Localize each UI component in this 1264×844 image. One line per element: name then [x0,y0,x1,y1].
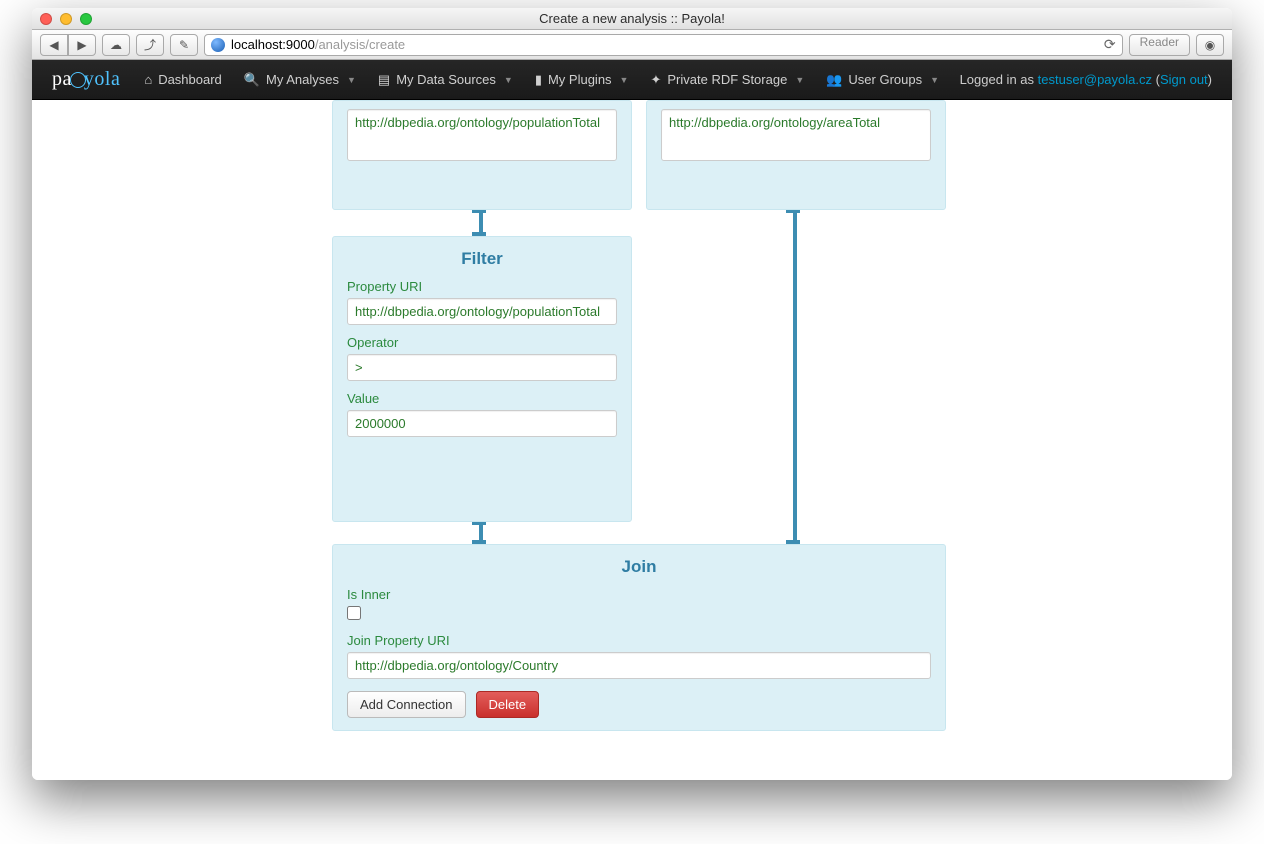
close-window-button[interactable] [40,13,52,25]
nav-label: Private RDF Storage [667,72,787,87]
minimize-window-button[interactable] [60,13,72,25]
chevron-down-icon: ▼ [795,75,804,85]
forward-button[interactable]: ▶ [68,34,96,56]
browser-window: Create a new analysis :: Payola! ◀ ▶ ☁ ⤴… [32,8,1232,780]
search-icon: 🔍 [244,72,260,88]
join-actions: Add Connection Delete [347,691,931,718]
filter-box: Filter Property URI Operator Value [332,236,632,522]
chevron-down-icon: ▼ [347,75,356,85]
property-selection-box-left [332,100,632,210]
folder-icon: ▤ [378,72,390,88]
nav-items: ⌂ Dashboard 🔍 My Analyses ▼ ▤ My Data So… [134,60,949,100]
url-bar[interactable]: localhost:9000/analysis/create ⟳ [204,34,1123,56]
home-icon: ⌂ [144,72,152,87]
filter-title: Filter [347,249,617,269]
add-connection-button[interactable]: Add Connection [347,691,466,718]
chevron-down-icon: ▼ [930,75,939,85]
nav-user-groups[interactable]: 👥 User Groups ▼ [816,60,949,100]
nav-private-rdf-storage[interactable]: ✦ Private RDF Storage ▼ [640,60,814,100]
join-title: Join [347,557,931,577]
traffic-lights [40,13,92,25]
filter-property-input[interactable] [347,298,617,325]
label-operator: Operator [347,335,617,350]
label-value: Value [347,391,617,406]
filter-operator-input[interactable] [347,354,617,381]
downloads-button[interactable]: ◉ [1196,34,1224,56]
chevron-down-icon: ▼ [620,75,629,85]
edit-button[interactable]: ✎ [170,34,198,56]
user-email-link[interactable]: testuser@payola.cz [1038,72,1152,87]
reload-icon[interactable]: ⟳ [1104,36,1116,53]
filter-value-input[interactable] [347,410,617,437]
nav-label: My Plugins [548,72,612,87]
nav-my-analyses[interactable]: 🔍 My Analyses ▼ [234,60,366,100]
nav-my-data-sources[interactable]: ▤ My Data Sources ▼ [368,60,523,100]
nav-label: My Analyses [266,72,339,87]
chevron-down-icon: ▼ [504,75,513,85]
is-inner-checkbox[interactable] [347,606,361,620]
sign-out-link[interactable]: Sign out [1160,72,1208,87]
share-button[interactable]: ⤴ [136,34,164,56]
mac-titlebar: Create a new analysis :: Payola! [32,8,1232,30]
label-is-inner: Is Inner [347,587,931,602]
icloud-button[interactable]: ☁ [102,34,130,56]
file-icon: ▮ [535,72,542,88]
nav-label: My Data Sources [396,72,496,87]
browser-toolbar: ◀ ▶ ☁ ⤴ ✎ localhost:9000/analysis/create… [32,30,1232,60]
connector [793,209,797,544]
app-navbar: payola ⌂ Dashboard 🔍 My Analyses ▼ ▤ My … [32,60,1232,100]
logged-in-prefix: Logged in as [960,72,1038,87]
nav-user-area: Logged in as testuser@payola.cz (Sign ou… [960,72,1212,87]
property-selection-box-right [646,100,946,210]
join-box: Join Is Inner Join Property URI Add Conn… [332,544,946,731]
url-text: localhost:9000/analysis/create [231,37,405,52]
url-host: localhost:9000 [231,37,315,52]
nav-dashboard[interactable]: ⌂ Dashboard [134,60,231,100]
join-property-input[interactable] [347,652,931,679]
users-icon: 👥 [826,72,842,88]
reader-button[interactable]: Reader [1129,34,1190,56]
label-property-uri: Property URI [347,279,617,294]
nav-label: User Groups [848,72,922,87]
delete-button[interactable]: Delete [476,691,540,718]
globe-icon [211,38,225,52]
window-title: Create a new analysis :: Payola! [32,11,1232,26]
label-join-property: Join Property URI [347,633,931,648]
nav-my-plugins[interactable]: ▮ My Plugins ▼ [525,60,639,100]
nav-label: Dashboard [158,72,222,87]
property-uri-textarea[interactable] [347,109,617,161]
zoom-window-button[interactable] [80,13,92,25]
back-button[interactable]: ◀ [40,34,68,56]
analysis-canvas: Filter Property URI Operator Value Join … [32,100,1232,780]
back-forward-group: ◀ ▶ [40,34,96,56]
brand-logo[interactable]: payola [52,68,120,91]
share-icon: ✦ [650,72,661,88]
url-path: /analysis/create [315,37,405,52]
property-uri-textarea[interactable] [661,109,931,161]
